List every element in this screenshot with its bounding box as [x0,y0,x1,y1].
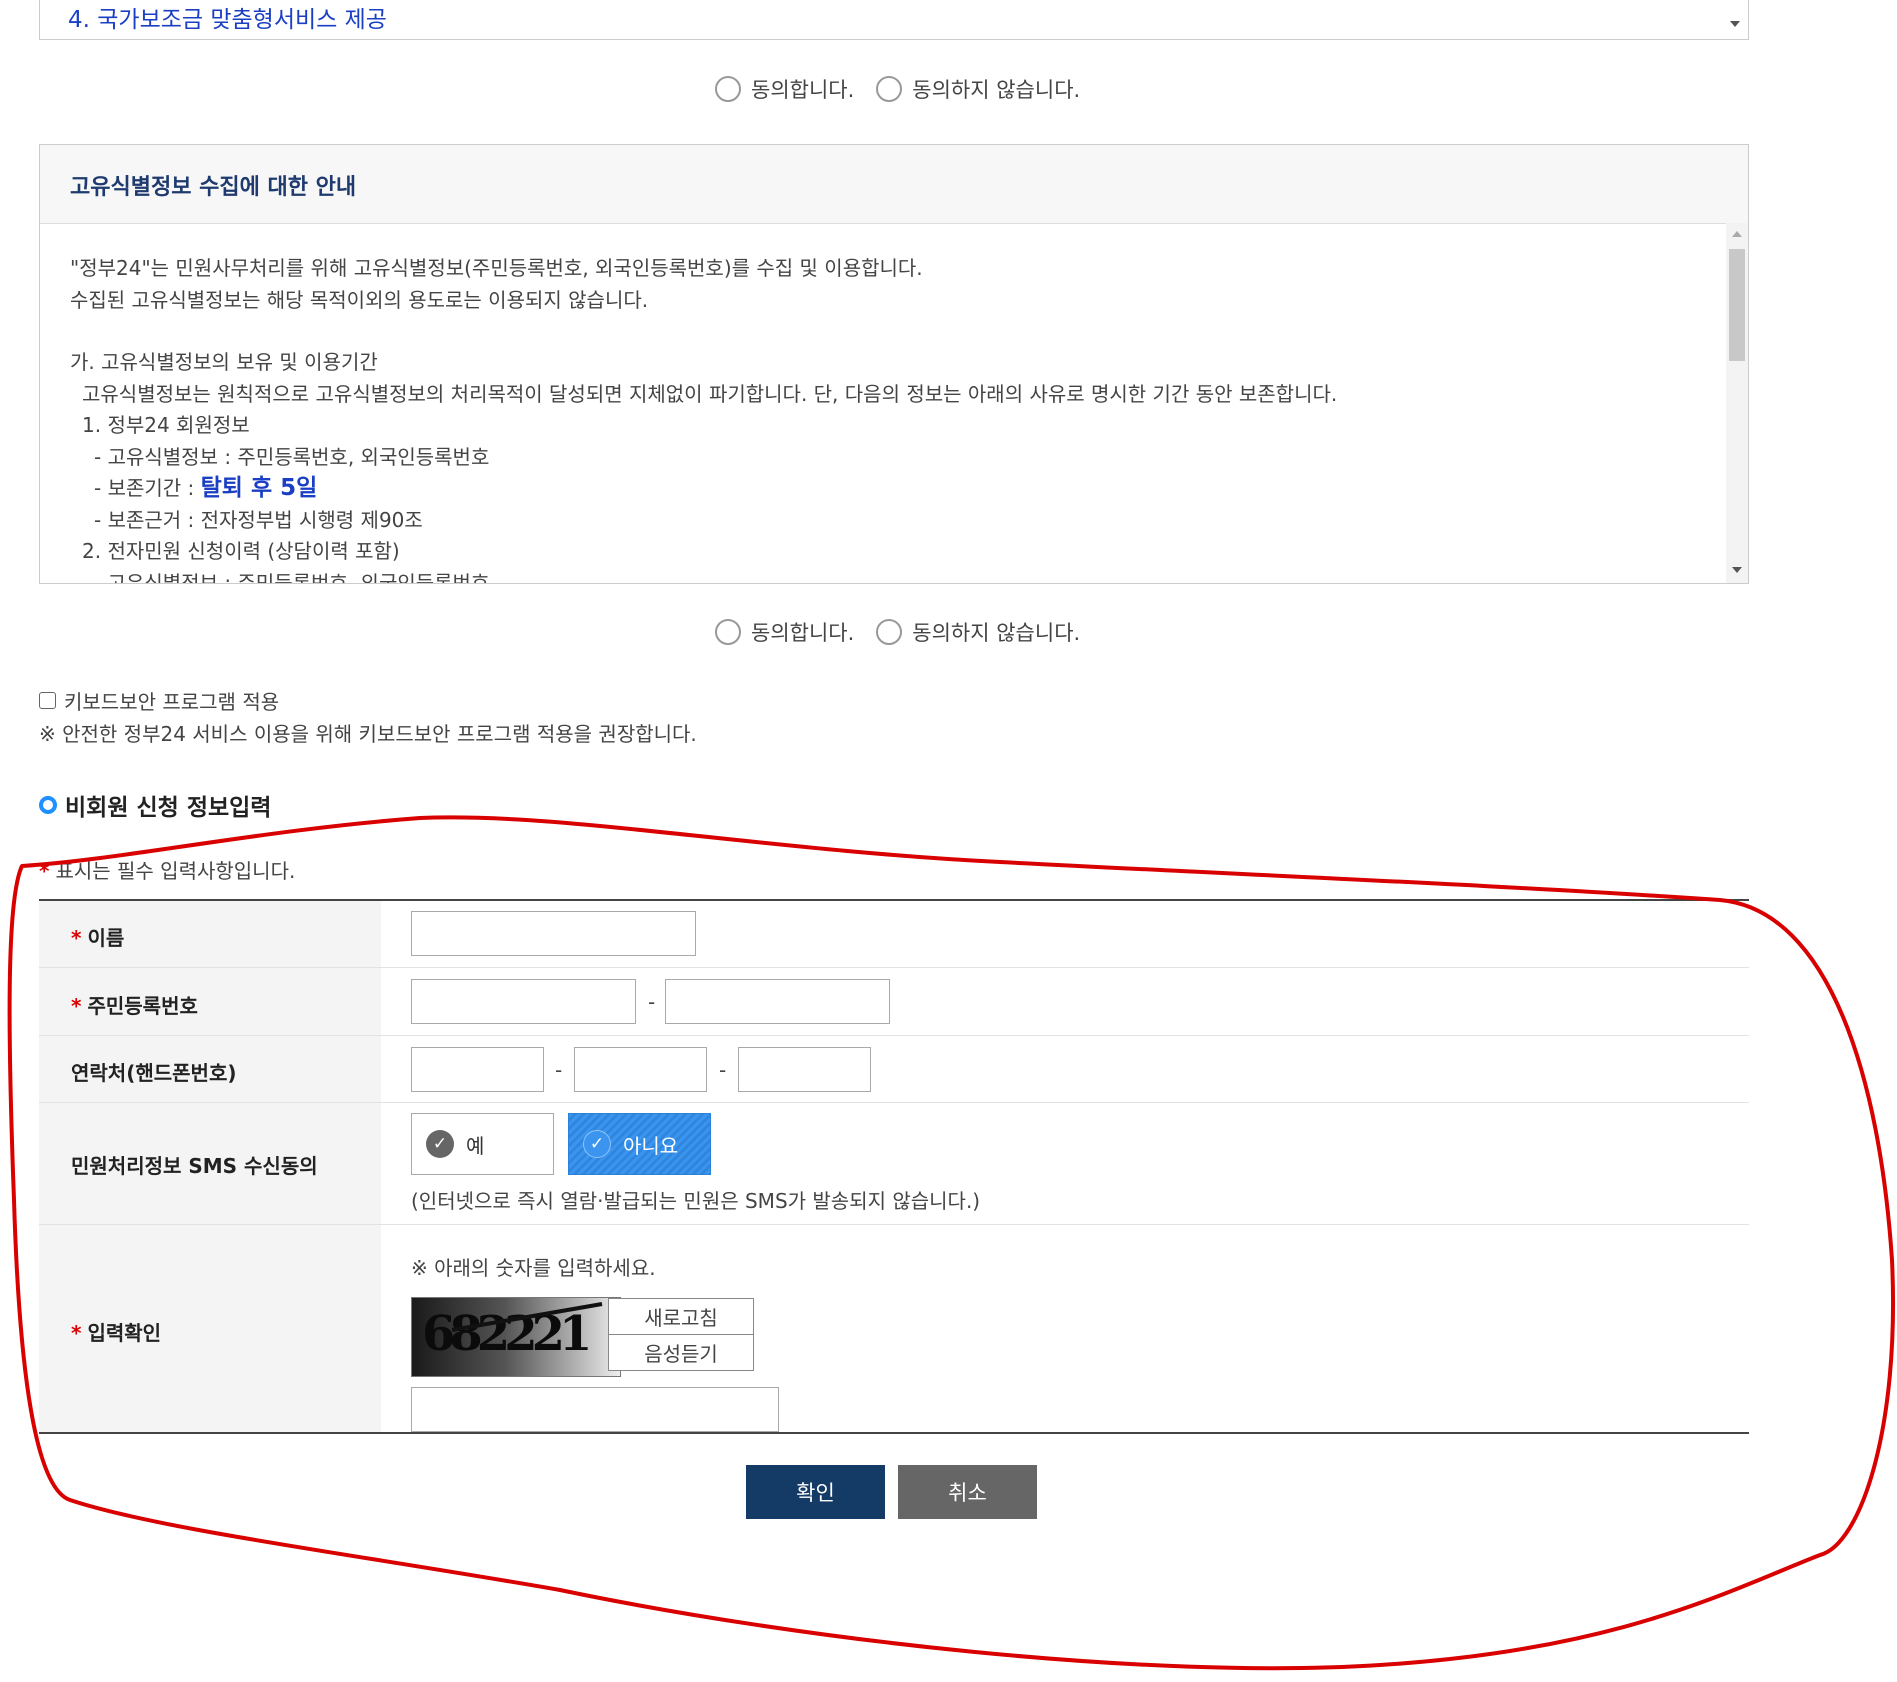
red-annotation-circle [7,815,1895,1671]
